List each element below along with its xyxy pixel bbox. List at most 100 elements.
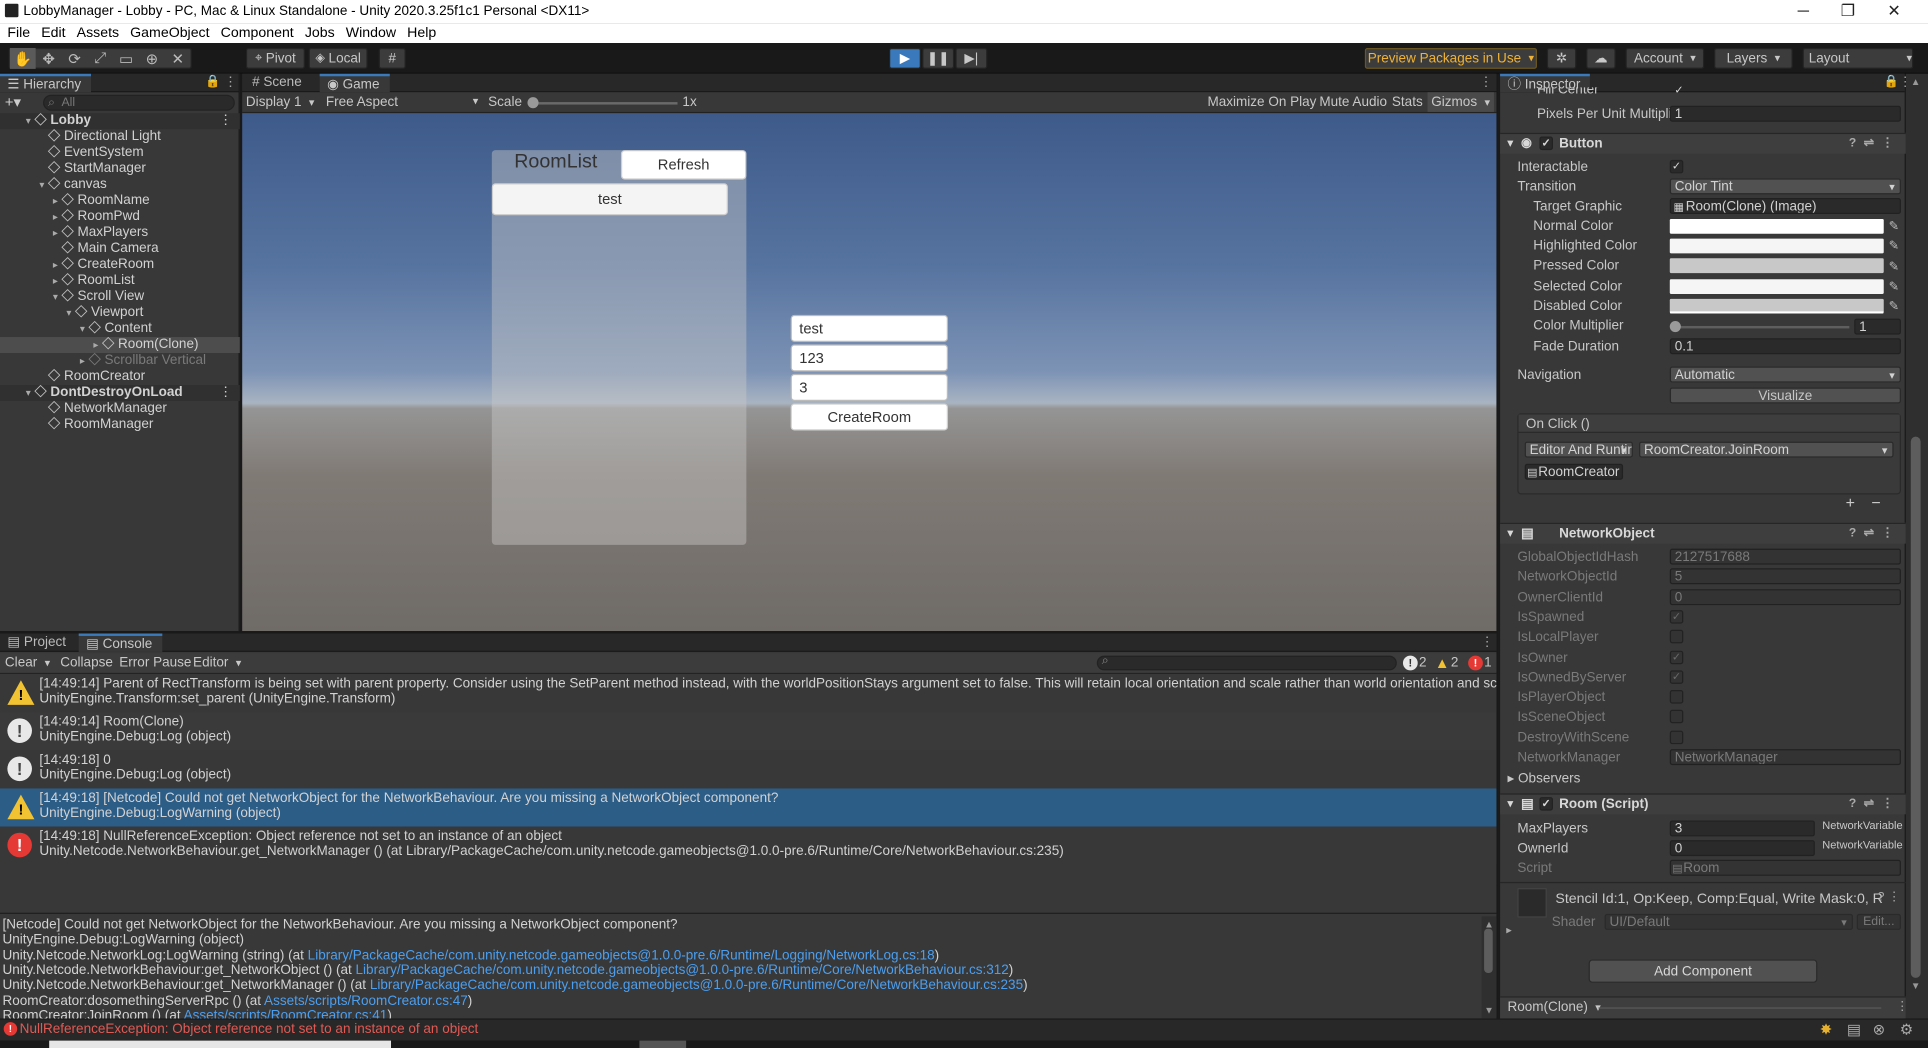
foldout-icon[interactable]: ▾: [49, 289, 61, 305]
foldout-icon[interactable]: ▸: [49, 257, 61, 273]
clear-button[interactable]: Clear: [5, 656, 50, 671]
create-room-button[interactable]: CreateRoom: [790, 403, 949, 431]
max-players-field[interactable]: 3: [1669, 820, 1815, 837]
button-component-header[interactable]: ▾ ◉ ✓ Button ?⇌⋮: [1500, 132, 1906, 154]
hierarchy-item[interactable]: ▾ Scroll View: [0, 288, 240, 305]
display-dropdown[interactable]: Display 1: [246, 95, 315, 110]
menu-jobs[interactable]: Jobs: [305, 26, 335, 41]
game-viewport[interactable]: RoomList Refresh test test 123 3 CreateR…: [242, 113, 1497, 632]
stack-trace-link[interactable]: Library/PackageCache/com.unity.netcode.g…: [308, 948, 935, 963]
foldout-icon[interactable]: ▸: [49, 209, 61, 225]
menu-edit[interactable]: Edit: [41, 26, 65, 41]
hierarchy-item[interactable]: ▸ RoomList: [0, 272, 240, 289]
remove-event-button[interactable]: −: [1871, 493, 1880, 511]
color-multiplier-field[interactable]: 1: [1854, 318, 1901, 335]
console-entry[interactable]: ! [14:49:14] Parent of RectTransform is b…: [0, 674, 1497, 713]
foldout-icon[interactable]: ▸: [1506, 924, 1512, 938]
maximize-on-play-toggle[interactable]: Maximize On Play: [1207, 95, 1316, 110]
interactable-checkbox[interactable]: ✓: [1669, 159, 1684, 174]
menu-component[interactable]: Component: [221, 26, 294, 41]
scrollbar-thumb[interactable]: [1910, 436, 1921, 978]
selected-color-swatch[interactable]: [1669, 279, 1884, 294]
room-list-item[interactable]: test: [491, 183, 728, 216]
play-button[interactable]: ▶: [888, 47, 921, 69]
cloud-button[interactable]: ☁: [1586, 47, 1616, 69]
gizmos-dropdown[interactable]: Gizmos: [1427, 92, 1494, 112]
eyedropper-icons[interactable]: ✎ ✎ ✎ ✎ ✎: [1889, 218, 1899, 318]
navigation-dropdown[interactable]: Automatic: [1669, 366, 1901, 383]
foldout-icon[interactable]: ▸: [49, 225, 61, 241]
transform-tool-icon[interactable]: ⊕: [139, 48, 165, 69]
close-icon[interactable]: ✕: [1887, 1, 1900, 21]
scale-tool-icon[interactable]: ⤢: [87, 48, 113, 69]
owner-id-field[interactable]: 0: [1669, 840, 1815, 857]
scroll-down-icon[interactable]: ▼: [1911, 980, 1921, 991]
hierarchy-item[interactable]: ▾ Content: [0, 320, 240, 337]
stack-trace-link[interactable]: Library/PackageCache/com.unity.netcode.g…: [370, 978, 1023, 993]
material-actions[interactable]: ? ⋮: [1878, 891, 1901, 905]
account-dropdown[interactable]: Account: [1625, 47, 1705, 69]
event-target-field[interactable]: ▤ RoomCreator: [1524, 463, 1624, 480]
refresh-button[interactable]: Refresh: [620, 150, 747, 180]
progress-icon[interactable]: ✸: [1820, 1021, 1832, 1038]
hierarchy-item[interactable]: ▾ Lobby ⋮: [0, 113, 240, 130]
room-script-header[interactable]: ▾ ▤ ✓ Room (Script) ?⇌⋮: [1500, 793, 1906, 815]
console-entry[interactable]: ! [14:49:18] [Netcode] Could not get Netw…: [0, 788, 1497, 827]
error-pause-toggle[interactable]: Error Pause: [119, 656, 191, 671]
preview-packages-button[interactable]: Preview Packages in Use: [1364, 47, 1537, 69]
foldout-icon[interactable]: ▸: [49, 193, 61, 209]
cache-icon[interactable]: ▤: [1847, 1021, 1861, 1038]
splitter[interactable]: [0, 912, 1497, 914]
slider-thumb[interactable]: [1669, 321, 1681, 333]
scrollbar-thumb[interactable]: [1484, 928, 1493, 973]
foldout-icon[interactable]: ▸: [90, 337, 102, 353]
room-pwd-input[interactable]: 123: [790, 344, 949, 372]
hierarchy-item[interactable]: ▸ Scrollbar Vertical: [0, 352, 240, 369]
fill-center-checkbox[interactable]: ✓: [1672, 84, 1686, 95]
normal-color-swatch[interactable]: [1669, 218, 1884, 234]
status-error-message[interactable]: NullReferenceException: Object reference…: [20, 1022, 479, 1037]
services-button[interactable]: ✲: [1546, 47, 1577, 69]
hierarchy-item[interactable]: ▾ canvas: [0, 177, 240, 193]
stack-trace-link[interactable]: Assets/scripts/RoomCreator.cs:47: [264, 993, 468, 1008]
foldout-icon[interactable]: ▾: [36, 177, 48, 193]
foldout-icon[interactable]: ▾: [63, 305, 75, 321]
ppu-field[interactable]: 1: [1669, 105, 1901, 122]
foldout-icon[interactable]: ▾: [76, 321, 88, 337]
preview-object-dropdown[interactable]: Room(Clone): [1507, 1000, 1600, 1015]
menu-dots-icon[interactable]: ⋮: [1480, 633, 1494, 650]
console-entry[interactable]: ! [14:49:18] 0 UnityEngine.Debug:Log (obje…: [0, 750, 1497, 789]
editor-dropdown[interactable]: Editor: [193, 656, 241, 671]
add-event-button[interactable]: +: [1846, 493, 1855, 511]
pivot-toggle[interactable]: ⌖ Pivot: [245, 47, 305, 69]
runtime-dropdown[interactable]: Editor And Runtime: [1524, 441, 1633, 458]
tab-hierarchy[interactable]: ☰ Hierarchy: [0, 73, 91, 93]
hierarchy-item[interactable]: ▸ CreateRoom: [0, 256, 240, 273]
foldout-icon[interactable]: ▾: [22, 385, 34, 401]
foldout-icon[interactable]: ▾: [1507, 137, 1513, 151]
aspect-dropdown[interactable]: Free Aspect ▾: [326, 95, 478, 110]
hand-tool-icon[interactable]: ✋: [9, 47, 36, 69]
hierarchy-item[interactable]: ▸ RoomName: [0, 193, 240, 209]
scale-slider-thumb[interactable]: [527, 97, 539, 109]
function-dropdown[interactable]: RoomCreator.JoinRoom: [1639, 441, 1894, 458]
hierarchy-search-input[interactable]: ⌕ All: [43, 94, 235, 111]
menu-dots-icon[interactable]: ⋮: [1479, 74, 1493, 90]
menu-file[interactable]: File: [7, 26, 30, 41]
pause-button[interactable]: ❚❚: [922, 47, 955, 69]
add-object-button[interactable]: +▾: [5, 93, 21, 110]
hierarchy-item[interactable]: ▸ RoomPwd: [0, 208, 240, 225]
fade-duration-field[interactable]: 0.1: [1669, 338, 1901, 355]
tab-console[interactable]: ▤ Console: [78, 633, 163, 652]
foldout-icon[interactable]: ▾: [1507, 526, 1513, 540]
scroll-down-icon[interactable]: ▼: [1484, 1005, 1494, 1016]
tab-project[interactable]: ▤ Project: [0, 633, 76, 651]
custom-tool-icon[interactable]: ✕: [165, 48, 191, 69]
foldout-icon[interactable]: ▾: [22, 113, 34, 129]
pressed-color-swatch[interactable]: [1669, 258, 1884, 274]
local-toggle[interactable]: ◈ Local: [308, 47, 368, 69]
component-actions[interactable]: ?⇌⋮: [1849, 797, 1901, 811]
max-players-input[interactable]: 3: [790, 373, 949, 401]
transition-dropdown[interactable]: Color Tint: [1669, 178, 1901, 195]
target-graphic-field[interactable]: ▦ Room(Clone) (Image): [1669, 198, 1901, 215]
